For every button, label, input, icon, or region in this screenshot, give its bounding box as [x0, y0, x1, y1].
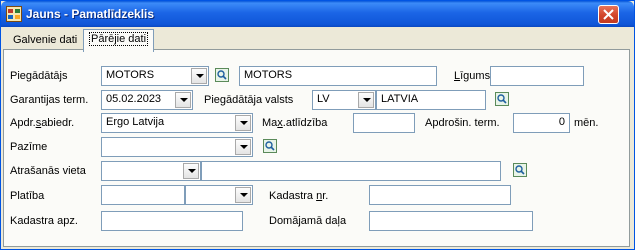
insurance-term-value: 0 — [558, 116, 565, 128]
dropdown-arrow-icon[interactable] — [235, 187, 251, 203]
insurer-label-rest: abiedr. — [41, 117, 75, 129]
cadastre-no-label-prefix: Kadastra — [269, 190, 317, 202]
supplier-code-select[interactable]: MOTORS — [101, 66, 209, 86]
warranty-label: Garantijas term. — [10, 94, 89, 106]
location-code-select[interactable] — [101, 161, 201, 181]
insurance-term-field[interactable]: 0 — [513, 113, 570, 133]
location-label: Atrašanās vieta — [10, 165, 86, 177]
notional-part-label-rest: a — [339, 215, 347, 227]
country-code-value: LV — [317, 93, 330, 105]
tab-label: Galvenie dati — [13, 34, 78, 46]
tab-strip: Galvenie dati Pārējie dati — [1, 28, 634, 52]
tab-panel: Piegādātājs MOTORS MOTORS Līgums Garanti… — [3, 49, 630, 247]
max-liability-label: Max.atlīdzība — [262, 117, 327, 129]
tab-other-data[interactable]: Pārējie dati — [83, 29, 155, 52]
max-liability-label-rest: .atlīdzība — [282, 117, 328, 129]
contract-label-rest: īgums — [460, 70, 491, 82]
cadastre-no-label-rest: r. — [322, 190, 329, 202]
close-icon — [603, 9, 614, 20]
dropdown-arrow-icon[interactable] — [175, 92, 191, 108]
window-title: Jauns - Pamatlīdzeklis — [26, 7, 155, 21]
country-name-value: LATVIA — [381, 93, 419, 105]
lookup-icon[interactable] — [513, 163, 527, 177]
feature-select[interactable] — [101, 137, 253, 157]
title-bar: Jauns - Pamatlīdzeklis — [1, 1, 634, 27]
insurer-label-prefix: Apdr. — [10, 117, 36, 129]
dropdown-arrow-icon[interactable] — [183, 163, 199, 179]
area-field[interactable] — [101, 185, 185, 205]
contract-field[interactable] — [490, 66, 584, 86]
insurance-term-unit: mēn. — [574, 117, 599, 129]
insurer-select[interactable]: Ergo Latvija — [101, 113, 253, 133]
contract-label: Līgums — [454, 70, 490, 82]
supplier-label: Piegādātājs — [10, 70, 68, 82]
lookup-icon[interactable] — [495, 92, 509, 106]
insurer-label: Apdr.sabiedr. — [10, 117, 74, 129]
notional-part-label: Domājamā daļa — [269, 215, 346, 227]
dropdown-arrow-icon[interactable] — [191, 68, 207, 84]
notional-part-field[interactable] — [369, 211, 533, 231]
app-icon — [6, 6, 22, 22]
supplier-country-label: Piegādātāja valsts — [204, 94, 294, 106]
dropdown-arrow-icon[interactable] — [235, 139, 251, 155]
max-liability-field[interactable] — [353, 113, 415, 133]
country-code-select[interactable]: LV — [312, 90, 376, 110]
supplier-name-field[interactable]: MOTORS — [239, 66, 437, 86]
cadastre-area-field[interactable] — [101, 211, 243, 231]
lookup-icon[interactable] — [263, 139, 277, 153]
tab-main-data[interactable]: Galvenie dati — [7, 32, 83, 50]
notional-part-label-prefix: Domājamā da — [269, 215, 338, 227]
insurer-value: Ergo Latvija — [106, 116, 165, 128]
cadastre-area-label: Kadastra apz. — [10, 215, 78, 227]
insurance-term-label: Apdrošin. term. — [425, 117, 500, 129]
supplier-code-value: MOTORS — [106, 69, 155, 81]
country-name-field[interactable]: LATVIA — [376, 90, 486, 110]
window: Jauns - Pamatlīdzeklis Galvenie dati Pār… — [0, 0, 635, 250]
max-liability-label-prefix: Ma — [262, 117, 278, 129]
dropdown-arrow-icon[interactable] — [358, 92, 374, 108]
warranty-date-value: 05.02.2023 — [106, 93, 162, 105]
supplier-name-value: MOTORS — [244, 69, 293, 81]
warranty-date-picker[interactable]: 05.02.2023 — [101, 90, 193, 110]
cadastre-no-label: Kadastra nr. — [269, 190, 328, 202]
tab-label: Pārējie dati — [89, 32, 149, 46]
area-label: Platība — [10, 190, 45, 202]
feature-label: Pazīme — [10, 141, 48, 153]
dropdown-arrow-icon[interactable] — [235, 115, 251, 131]
cadastre-no-field[interactable] — [369, 185, 511, 205]
close-button[interactable] — [598, 5, 619, 24]
area-unit-select[interactable] — [185, 185, 253, 205]
location-name-field[interactable] — [201, 161, 501, 181]
lookup-icon[interactable] — [215, 68, 229, 82]
